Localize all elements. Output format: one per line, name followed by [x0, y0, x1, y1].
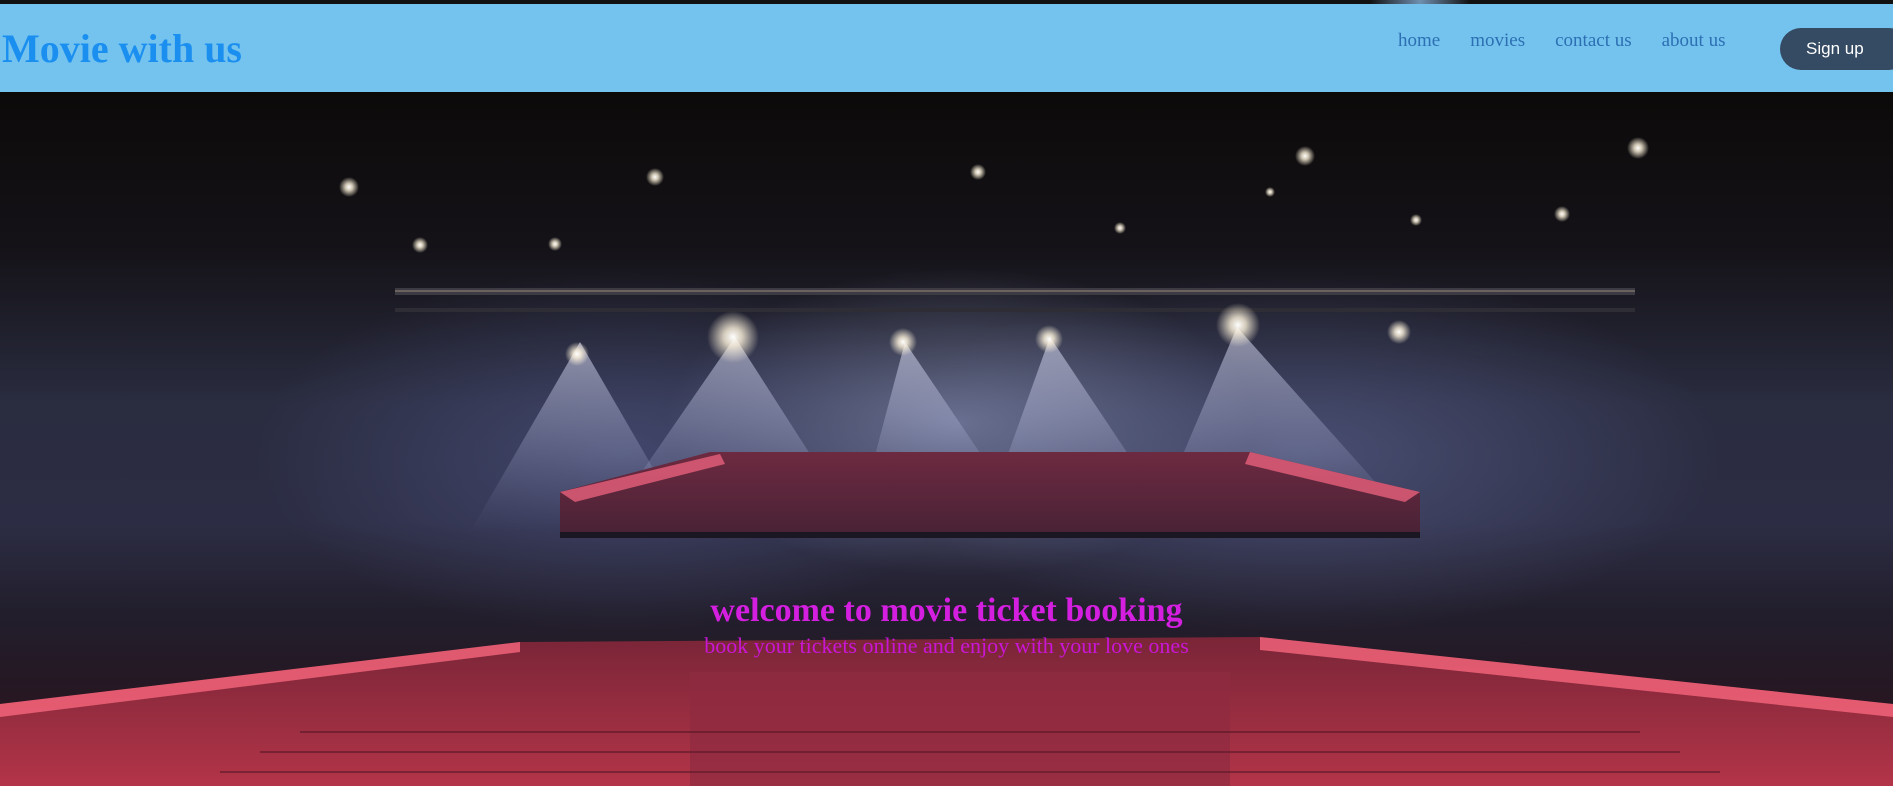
- brand-logo-text[interactable]: Movie with us: [2, 25, 242, 72]
- navbar: Movie with us home movies contact us abo…: [0, 4, 1893, 92]
- nav-link-about-us[interactable]: about us: [1662, 30, 1726, 52]
- nav-menu: home movies contact us about us: [1398, 30, 1755, 52]
- nav-link-home[interactable]: home: [1398, 30, 1440, 52]
- hero-subtitle: book your tickets online and enjoy with …: [704, 633, 1189, 658]
- hero-banner: welcome to movie ticket booking book you…: [0, 92, 1893, 786]
- signup-button[interactable]: Sign up: [1780, 28, 1893, 70]
- nav-link-movies[interactable]: movies: [1470, 30, 1525, 52]
- nav-link-contact-us[interactable]: contact us: [1555, 30, 1632, 52]
- theater-background-image: [0, 137, 1893, 786]
- hero-title: welcome to movie ticket booking: [710, 592, 1183, 629]
